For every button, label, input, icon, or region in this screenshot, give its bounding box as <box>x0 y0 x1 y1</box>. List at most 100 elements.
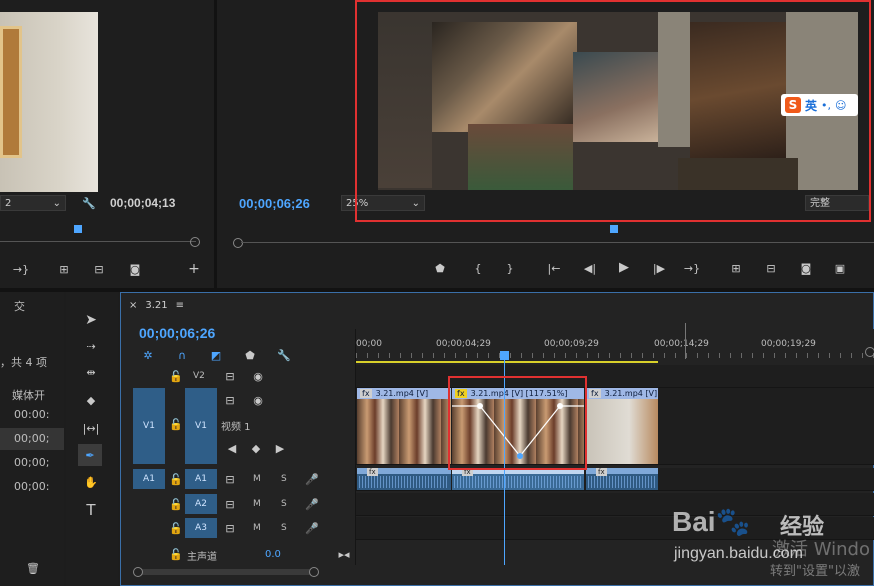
lock-icon[interactable]: 🔓 <box>167 416 185 432</box>
timeline-settings-wrench-icon[interactable]: 🔧 <box>275 347 293 363</box>
step-forward-icon[interactable]: |▶ <box>650 260 668 276</box>
video-clip-1[interactable]: fx 3.21.mp4 [V] <box>357 388 451 464</box>
hand-tool-icon[interactable]: ✋ <box>82 474 100 490</box>
add-icon[interactable]: + <box>185 261 203 277</box>
timeline-tab[interactable]: × 3.21 ≡ <box>129 300 184 311</box>
audio-clip-1[interactable]: fx <box>357 468 451 490</box>
camera-icon[interactable]: ◙ <box>797 260 815 276</box>
audio-clip-3[interactable]: fx <box>586 468 658 490</box>
project-item-count: ，共 4 项 <box>0 356 47 369</box>
microphone-icon[interactable]: 🎤 <box>303 471 321 487</box>
razor-tool-icon[interactable]: ◆ <box>82 392 100 408</box>
close-icon[interactable]: × <box>129 300 137 311</box>
media-start-column-header[interactable]: 媒体开 <box>12 387 45 403</box>
project-row-selected[interactable]: 00;00; <box>0 428 64 450</box>
lock-icon[interactable]: 🔓 <box>167 496 185 512</box>
fx-badge: fx <box>596 468 607 476</box>
go-to-in-icon[interactable]: |← <box>545 260 563 276</box>
track-a1-target[interactable]: A1 <box>185 469 217 489</box>
eye-icon[interactable]: ◉ <box>249 368 267 384</box>
source-playhead[interactable] <box>74 225 82 233</box>
lock-icon[interactable]: 🔓 <box>167 546 185 562</box>
track-v2-lane[interactable] <box>356 365 874 388</box>
insert-icon[interactable]: ⊞ <box>55 261 73 277</box>
sync-lock-icon[interactable]: ⊟ <box>221 392 239 408</box>
lock-icon[interactable]: 🔓 <box>167 471 185 487</box>
next-keyframe-icon[interactable]: ▶ <box>271 440 289 456</box>
lift-icon[interactable]: ⊞ <box>727 260 745 276</box>
prev-keyframe-icon[interactable]: ◀ <box>223 440 241 456</box>
slip-tool-icon[interactable]: |↔| <box>82 420 100 436</box>
add-keyframe-icon[interactable]: ◆ <box>247 440 265 456</box>
snap-magnet-icon[interactable]: ∩ <box>173 347 191 363</box>
nest-icon[interactable]: ✲ <box>139 347 157 363</box>
add-marker-icon[interactable]: ⬟ <box>241 347 259 363</box>
go-to-out-icon[interactable]: →} <box>683 260 701 276</box>
camera-icon[interactable]: ◙ <box>126 261 144 277</box>
trash-icon[interactable]: 🗑 <box>24 560 42 576</box>
track-v1-target[interactable]: V1 <box>185 388 217 464</box>
eye-icon[interactable]: ◉ <box>249 392 267 408</box>
source-scrubber-track[interactable] <box>0 241 196 242</box>
right-scroll-edge[interactable] <box>865 347 874 357</box>
type-tool-icon[interactable]: T <box>82 501 100 519</box>
scrollbar-handle-right[interactable] <box>309 567 319 577</box>
program-scrubber-end-left[interactable] <box>233 238 243 248</box>
audio-clip-2[interactable]: fx <box>452 468 584 490</box>
source-zoom-select[interactable]: 2 ⌄ <box>0 195 66 211</box>
linked-selection-icon[interactable]: ◩ <box>207 347 225 363</box>
sync-lock-icon[interactable]: ⊟ <box>221 520 239 536</box>
source-scrubber-end[interactable] <box>190 237 200 247</box>
mark-in-icon[interactable]: { <box>469 260 487 276</box>
program-scrubber-track[interactable] <box>241 242 874 243</box>
sync-lock-icon[interactable]: ⊟ <box>221 496 239 512</box>
work-area-bar[interactable] <box>356 361 658 363</box>
solo-button[interactable]: S <box>281 499 287 509</box>
project-row[interactable]: 00:00: <box>0 404 64 426</box>
mark-out-icon[interactable]: } <box>501 260 519 276</box>
lock-icon[interactable]: 🔓 <box>167 368 185 384</box>
timeline-scrollbar[interactable] <box>137 569 313 575</box>
ripple-edit-tool-icon[interactable]: ⇹ <box>82 364 100 380</box>
track-a2-target[interactable]: A2 <box>185 494 217 514</box>
master-track-label: 主声道 <box>187 552 217 563</box>
project-row[interactable]: 00;00: <box>0 476 64 498</box>
master-volume-value[interactable]: 0.0 <box>265 549 281 560</box>
go-to-end-icon[interactable]: ▸◂ <box>335 546 353 562</box>
step-back-icon[interactable]: ◀| <box>581 260 599 276</box>
go-to-out-icon[interactable]: →} <box>12 261 30 277</box>
extract-icon[interactable]: ⊟ <box>762 260 780 276</box>
time-ruler[interactable]: 00;00 00;00;04;29 00;00;09;29 00;00;14;2… <box>356 329 874 365</box>
scrollbar-handle-left[interactable] <box>133 567 143 577</box>
compare-view-icon[interactable]: ▣ <box>831 260 849 276</box>
lock-icon[interactable]: 🔓 <box>167 520 185 536</box>
mute-button[interactable]: M <box>253 523 261 533</box>
track-v1-lane[interactable]: fx 3.21.mp4 [V] fx 3.21.mp4 [V] [117.51%] … <box>356 388 874 465</box>
solo-button[interactable]: S <box>281 474 287 484</box>
sync-lock-icon[interactable]: ⊟ <box>221 471 239 487</box>
row-timecode: 00;00; <box>14 456 50 469</box>
play-icon[interactable]: ▶ <box>615 259 633 275</box>
mute-button[interactable]: M <box>253 499 261 509</box>
project-panel-tab[interactable]: 交 <box>14 298 25 314</box>
microphone-icon[interactable]: 🎤 <box>303 496 321 512</box>
solo-button[interactable]: S <box>281 523 287 533</box>
track-select-tool-icon[interactable]: ⇢ <box>82 338 100 354</box>
sync-lock-icon[interactable]: ⊟ <box>221 368 239 384</box>
marker-icon[interactable]: ⬟ <box>431 260 449 276</box>
microphone-icon[interactable]: 🎤 <box>303 520 321 536</box>
timeline-playhead-head[interactable] <box>500 351 509 360</box>
pen-tool-icon[interactable]: ✒ <box>78 444 102 466</box>
source-patch-a1[interactable]: A1 <box>133 469 165 489</box>
mute-button[interactable]: M <box>253 474 261 484</box>
program-playhead[interactable] <box>610 225 618 233</box>
wrench-icon[interactable]: 🔧 <box>80 195 98 211</box>
project-row[interactable]: 00;00; <box>0 452 64 474</box>
overwrite-icon[interactable]: ⊟ <box>90 261 108 277</box>
source-patch-v1[interactable]: V1 <box>133 388 165 464</box>
track-a3-target[interactable]: A3 <box>185 518 217 538</box>
selection-tool-icon[interactable]: ➤ <box>82 312 100 328</box>
track-a1-lane[interactable]: fx fx fx <box>356 468 874 491</box>
video-clip-3[interactable]: fx 3.21.mp4 [V] <box>586 388 658 464</box>
menu-icon[interactable]: ≡ <box>176 300 184 311</box>
